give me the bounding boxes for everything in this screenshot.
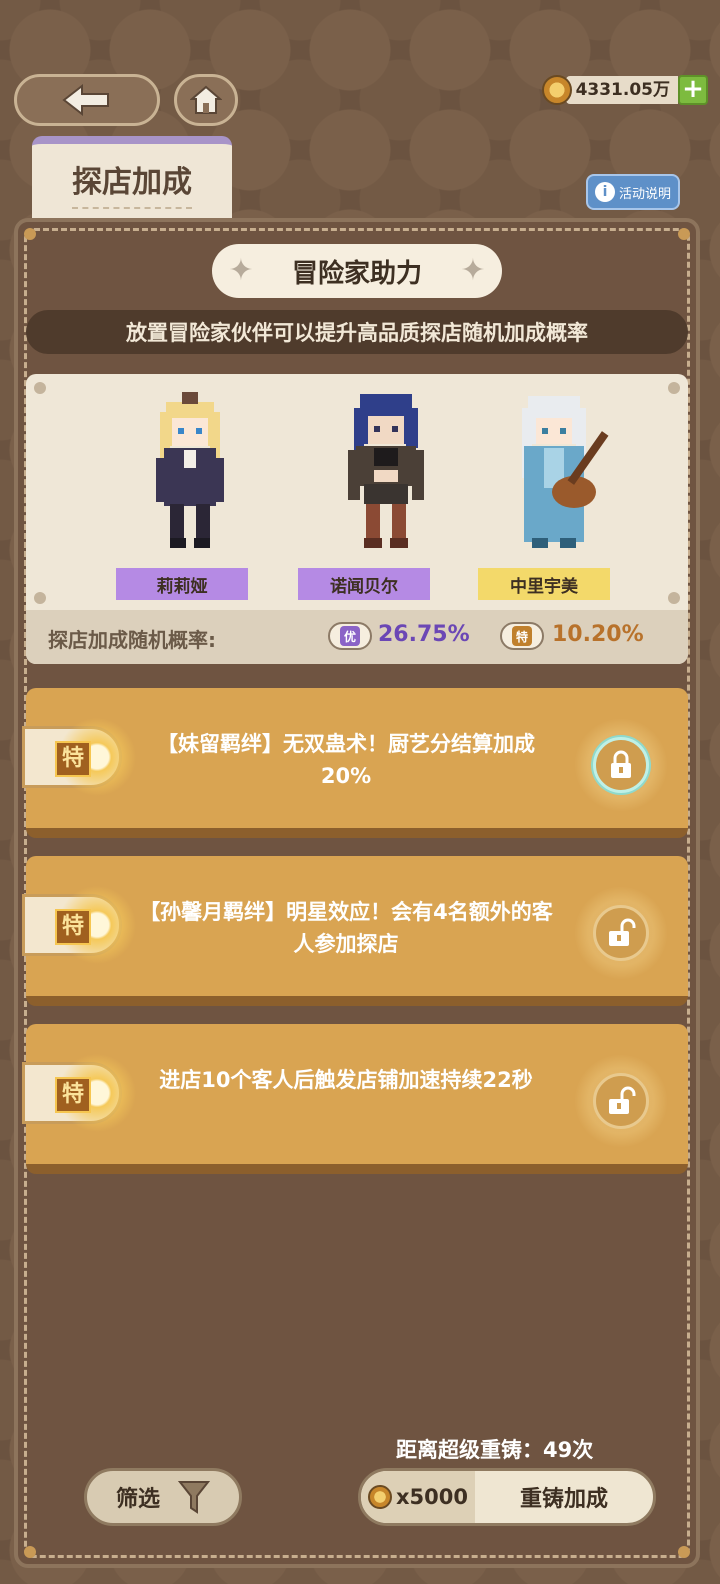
rate-title: 探店加成随机概率:: [48, 628, 216, 652]
info-icon: i: [594, 182, 615, 202]
lock-open-icon: [593, 1073, 649, 1129]
home-button[interactable]: [174, 74, 238, 126]
rate-value-excellent: 26.75%: [378, 622, 470, 647]
tab-shop-bonus[interactable]: 探店加成: [32, 136, 232, 222]
coin-icon: [368, 1485, 392, 1509]
character-nakazato-umi[interactable]: [498, 388, 618, 558]
characters-area: 莉莉娅 诺闻贝尔 中里宇美: [26, 374, 688, 610]
rivet: [34, 382, 46, 394]
rivet: [668, 382, 680, 394]
cost-value: x5000: [396, 1485, 468, 1509]
filter-label: 筛选: [115, 1487, 160, 1512]
rivet: [24, 228, 36, 240]
lock-open-icon: [593, 905, 649, 961]
rivet: [678, 1546, 690, 1558]
special-tag: 特: [22, 879, 143, 971]
panel-title: ✦ 冒险家助力 ✦: [212, 244, 502, 298]
back-arrow-icon: [62, 84, 109, 116]
sparkle-icon: ✦: [460, 253, 486, 288]
bonus-rate-row: 探店加成随机概率: 优 26.75% 特 10.20%: [26, 610, 688, 664]
coin-icon: [541, 75, 572, 105]
lock-closed-icon: [593, 737, 649, 793]
currency-display: 4331.05万 +: [541, 74, 708, 106]
filter-button[interactable]: 筛选: [84, 1468, 242, 1526]
rivet: [24, 1546, 36, 1558]
currency-value: 4331.05万: [565, 76, 678, 104]
rivet: [678, 228, 690, 240]
quality-badge-excellent: 优: [328, 622, 372, 650]
badge-text: 特: [512, 626, 532, 646]
bonus-card: 特 进店10个客人后触发店铺加速持续22秒: [22, 1024, 688, 1174]
tag-text: 特: [55, 909, 91, 945]
add-currency-button[interactable]: +: [678, 75, 708, 105]
character-lilia[interactable]: [130, 388, 250, 558]
back-button[interactable]: [14, 74, 160, 126]
tag-text: 特: [55, 1077, 91, 1113]
super-reforge-counter: 距离超级重铸：49次: [396, 1438, 594, 1462]
bonus-text: 进店10个客人后触发店铺加速持续22秒: [159, 1068, 533, 1092]
reforge-cost: x5000: [361, 1471, 475, 1523]
adventurer-slots: 莉莉娅 诺闻贝尔 中里宇美 探店加成随机概率: 优 26.75% 特 10.20…: [26, 374, 688, 664]
character-sprite: [156, 392, 224, 548]
rate-value-special: 10.20%: [552, 622, 644, 647]
lock-toggle[interactable]: [566, 878, 676, 988]
sparkle-icon: ✦: [228, 253, 254, 288]
tab-label: 探店加成: [72, 157, 192, 209]
special-tag: 特: [22, 1047, 143, 1139]
activity-info-button[interactable]: i 活动说明: [586, 174, 680, 210]
character-name-label: 诺闻贝尔: [298, 568, 430, 600]
special-tag: 特: [22, 711, 143, 803]
panel-title-text: 冒险家助力: [291, 258, 422, 289]
activity-info-label: 活动说明: [618, 186, 671, 202]
rivet: [668, 592, 680, 604]
bonus-text: 【妹留羁绊】无双蛊术！厨艺分结算加成20%: [157, 732, 535, 788]
bonus-text: 【孙馨月羁绊】明星效应！会有4名额外的客人参加探店: [139, 900, 553, 956]
bonus-card: 特 【孙馨月羁绊】明星效应！会有4名额外的客人参加探店: [22, 856, 688, 1006]
reforge-label: 重铸加成: [519, 1487, 608, 1512]
home-icon: [190, 85, 222, 114]
lock-toggle[interactable]: [566, 710, 676, 820]
badge-text: 优: [340, 626, 360, 646]
character-name-label: 莉莉娅: [116, 568, 248, 600]
panel-subtitle: 放置冒险家伙伴可以提升高品质探店随机加成概率: [26, 310, 688, 354]
character-sprite: [348, 394, 424, 548]
character-nowenbell[interactable]: [326, 388, 446, 558]
reforge-button[interactable]: x5000 重铸加成: [358, 1468, 656, 1526]
tag-text: 特: [55, 741, 91, 777]
funnel-icon: [178, 1481, 210, 1514]
character-sprite: [522, 396, 609, 548]
lock-toggle[interactable]: [566, 1046, 676, 1156]
rivet: [34, 592, 46, 604]
bonus-card: 特 【妹留羁绊】无双蛊术！厨艺分结算加成20%: [22, 688, 688, 838]
quality-badge-special: 特: [500, 622, 544, 650]
character-name-label: 中里宇美: [478, 568, 610, 600]
